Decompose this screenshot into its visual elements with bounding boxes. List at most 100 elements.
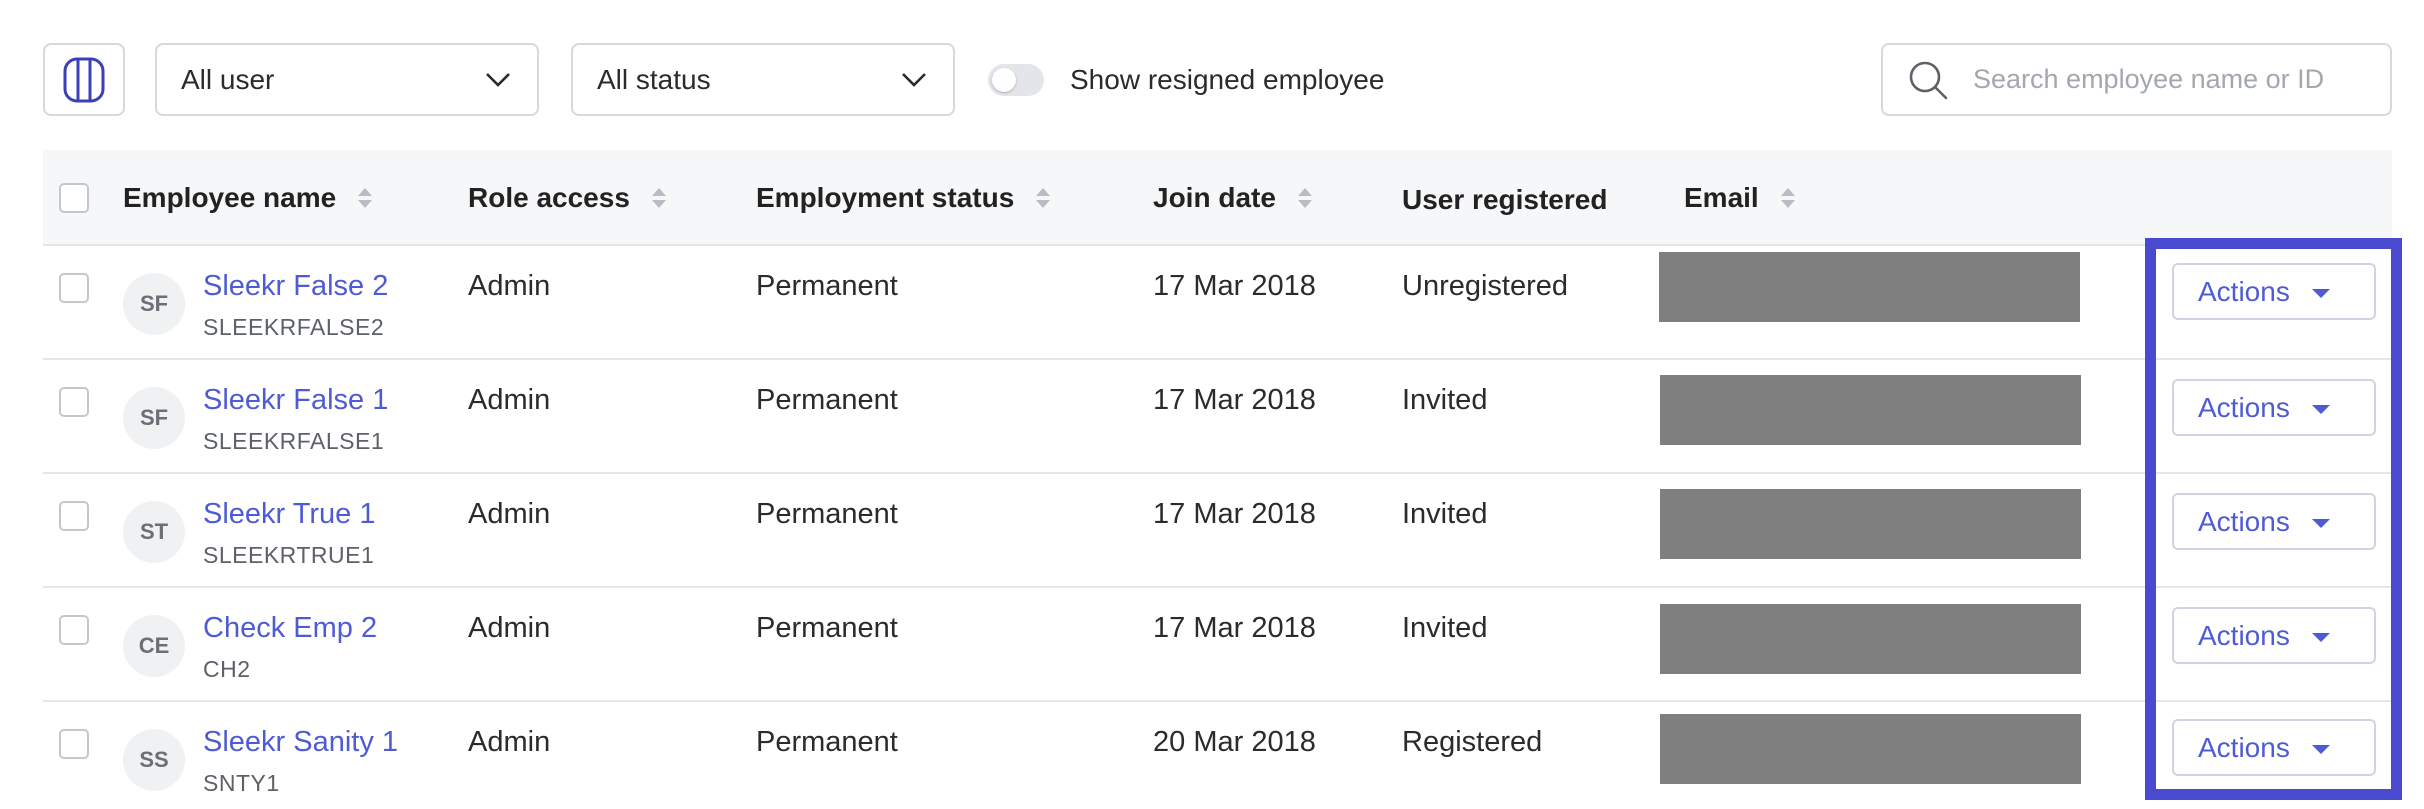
- column-layout-button[interactable]: [43, 43, 125, 116]
- employee-name-link[interactable]: Sleekr Sanity 1: [203, 726, 398, 759]
- actions-label: Actions: [2198, 275, 2290, 307]
- join-date-cell: 17 Mar 2018: [1153, 384, 1316, 416]
- actions-label: Actions: [2198, 731, 2290, 763]
- columns-icon: [63, 57, 105, 102]
- table-row: SS Sleekr Sanity 1 SNTY1 Admin Permanent…: [43, 702, 2392, 809]
- filter-toolbar: All user All status Show resigned employ…: [0, 0, 2424, 150]
- email-redacted: [1660, 604, 2081, 674]
- employment-status-cell: Permanent: [756, 612, 898, 644]
- toggle-knob: [992, 68, 1016, 92]
- sort-icon: [1780, 188, 1795, 208]
- role-access-cell: Admin: [468, 612, 551, 644]
- header-user-registered: User registered: [1402, 152, 1607, 248]
- employee-name-link[interactable]: Sleekr False 2: [203, 270, 388, 303]
- join-date-cell: 17 Mar 2018: [1153, 270, 1316, 302]
- employment-status-cell: Permanent: [756, 270, 898, 302]
- user-filter-select[interactable]: All user: [155, 43, 539, 116]
- employee-id: SNTY1: [203, 770, 280, 796]
- show-resigned-toggle[interactable]: [988, 64, 1044, 96]
- user-registered-cell: Invited: [1402, 384, 1488, 416]
- actions-dropdown-button[interactable]: Actions: [2172, 379, 2376, 436]
- row-checkbox[interactable]: [59, 273, 89, 303]
- show-resigned-label: Show resigned employee: [1070, 64, 1385, 95]
- avatar: ST: [123, 501, 185, 563]
- header-role-access[interactable]: Role access: [468, 150, 666, 246]
- role-access-cell: Admin: [468, 498, 551, 530]
- table-row: CE Check Emp 2 CH2 Admin Permanent 17 Ma…: [43, 588, 2392, 702]
- table-row: ST Sleekr True 1 SLEEKRTRUE1 Admin Perma…: [43, 474, 2392, 588]
- avatar: SS: [123, 729, 185, 791]
- employee-id: SLEEKRTRUE1: [203, 542, 375, 568]
- header-email[interactable]: Email: [1684, 150, 1795, 246]
- email-redacted: [1660, 489, 2081, 559]
- email-redacted: [1660, 714, 2081, 784]
- user-registered-cell: Unregistered: [1402, 270, 1569, 302]
- header-employee-name[interactable]: Employee name: [123, 150, 373, 246]
- actions-label: Actions: [2198, 505, 2290, 537]
- chevron-down-icon: [486, 72, 510, 87]
- row-checkbox[interactable]: [59, 729, 89, 759]
- employee-table: Employee name Role access Employment sta…: [43, 150, 2392, 809]
- header-label: User registered: [1402, 184, 1608, 215]
- actions-label: Actions: [2198, 391, 2290, 423]
- actions-dropdown-button[interactable]: Actions: [2172, 263, 2376, 320]
- header-join-date[interactable]: Join date: [1153, 150, 1312, 246]
- join-date-cell: 17 Mar 2018: [1153, 498, 1316, 530]
- row-checkbox[interactable]: [59, 615, 89, 645]
- search-input[interactable]: [1973, 64, 2373, 95]
- join-date-cell: 20 Mar 2018: [1153, 726, 1316, 758]
- actions-label: Actions: [2198, 619, 2290, 651]
- user-registered-cell: Invited: [1402, 612, 1488, 644]
- employee-id: CH2: [203, 656, 251, 682]
- row-checkbox[interactable]: [59, 387, 89, 417]
- employee-name-link[interactable]: Sleekr True 1: [203, 498, 375, 531]
- join-date-cell: 17 Mar 2018: [1153, 612, 1316, 644]
- employment-status-cell: Permanent: [756, 384, 898, 416]
- sort-icon: [358, 188, 373, 208]
- table-row: SF Sleekr False 2 SLEEKRFALSE2 Admin Per…: [43, 246, 2392, 360]
- header-label: Employee name: [123, 182, 337, 213]
- employee-id: SLEEKRFALSE2: [203, 314, 385, 340]
- show-resigned-toggle-group: Show resigned employee: [988, 62, 1384, 98]
- table-row: SF Sleekr False 1 SLEEKRFALSE1 Admin Per…: [43, 360, 2392, 474]
- sort-icon: [1036, 188, 1051, 208]
- status-filter-value: All status: [597, 63, 711, 95]
- role-access-cell: Admin: [468, 384, 551, 416]
- sort-icon: [651, 188, 666, 208]
- user-registered-cell: Registered: [1402, 726, 1543, 758]
- avatar: SF: [123, 387, 185, 449]
- user-registered-cell: Invited: [1402, 498, 1488, 530]
- employment-status-cell: Permanent: [756, 726, 898, 758]
- table-header: Employee name Role access Employment sta…: [43, 150, 2392, 246]
- user-filter-value: All user: [181, 63, 275, 95]
- row-checkbox[interactable]: [59, 501, 89, 531]
- chevron-down-icon: [902, 72, 926, 87]
- actions-dropdown-button[interactable]: Actions: [2172, 719, 2376, 776]
- role-access-cell: Admin: [468, 270, 551, 302]
- employee-search: [1881, 43, 2392, 116]
- caret-down-icon: [2312, 633, 2330, 642]
- sort-icon: [1297, 188, 1312, 208]
- header-label: Employment status: [756, 182, 1015, 213]
- header-label: Role access: [468, 182, 630, 213]
- actions-dropdown-button[interactable]: Actions: [2172, 607, 2376, 664]
- caret-down-icon: [2312, 289, 2330, 298]
- caret-down-icon: [2312, 745, 2330, 754]
- avatar: SF: [123, 273, 185, 335]
- email-redacted: [1660, 375, 2081, 445]
- caret-down-icon: [2312, 405, 2330, 414]
- avatar: CE: [123, 615, 185, 677]
- email-redacted: [1659, 252, 2080, 322]
- caret-down-icon: [2312, 519, 2330, 528]
- search-icon: [1909, 61, 1948, 99]
- employee-name-link[interactable]: Check Emp 2: [203, 612, 377, 645]
- employee-id: SLEEKRFALSE1: [203, 428, 385, 454]
- status-filter-select[interactable]: All status: [571, 43, 955, 116]
- select-all-checkbox[interactable]: [59, 183, 89, 213]
- header-label: Join date: [1153, 182, 1276, 213]
- header-employment-status[interactable]: Employment status: [756, 150, 1051, 246]
- actions-dropdown-button[interactable]: Actions: [2172, 493, 2376, 550]
- employee-name-link[interactable]: Sleekr False 1: [203, 384, 388, 417]
- employment-status-cell: Permanent: [756, 498, 898, 530]
- role-access-cell: Admin: [468, 726, 551, 758]
